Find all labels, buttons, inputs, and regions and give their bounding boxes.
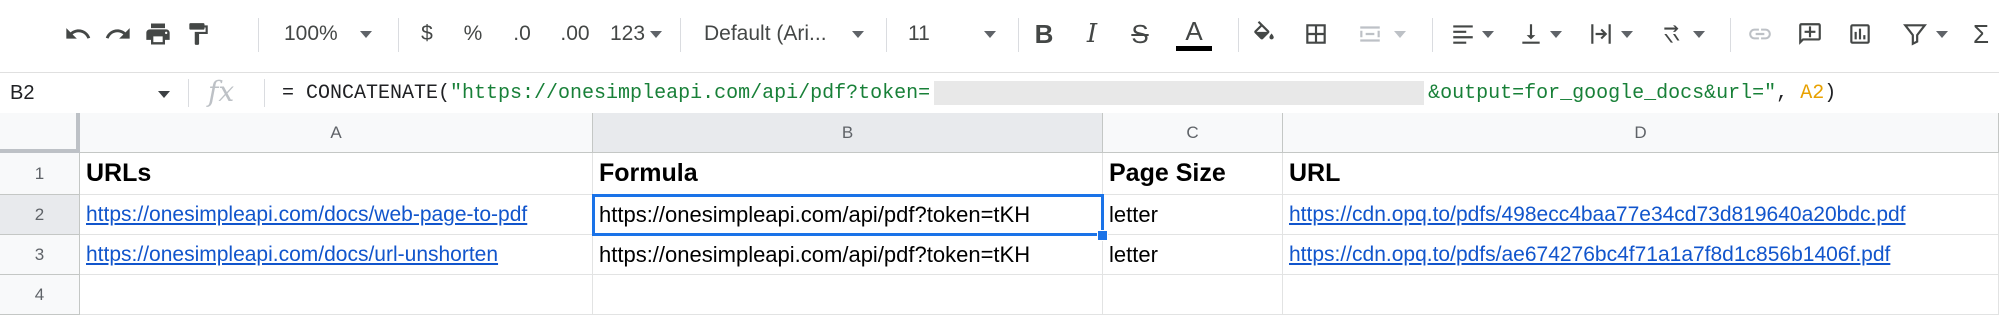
fill-color-icon[interactable] (1244, 14, 1284, 54)
currency-format-button[interactable]: $ (410, 14, 444, 54)
borders-icon[interactable] (1296, 14, 1336, 54)
formula-suffix: ) (1824, 81, 1837, 105)
toolbar-separator (1730, 18, 1731, 52)
select-all-corner[interactable] (0, 113, 80, 153)
cell-b2[interactable]: https://onesimpleapi.com/api/pdf?token=t… (593, 195, 1103, 235)
formula-prefix: = CONCATENATE( (282, 81, 451, 105)
formula-string-1: "https://onesimpleapi.com/api/pdf?token= (450, 81, 931, 105)
strikethrough-icon[interactable]: S (1120, 14, 1160, 54)
formula-ref: A2 (1800, 81, 1825, 105)
text-color-label: A (1185, 15, 1203, 46)
column-header-a[interactable]: A (80, 113, 593, 153)
number-format-label: 123 (610, 22, 646, 45)
font-size-select[interactable]: 11 (904, 14, 1000, 54)
row-header-1[interactable]: 1 (0, 153, 80, 195)
undo-icon[interactable] (58, 14, 98, 54)
column-header-d[interactable]: D (1283, 113, 1999, 153)
cell-a3[interactable]: https://onesimpleapi.com/docs/url-unshor… (80, 235, 593, 275)
paint-format-icon[interactable] (178, 14, 218, 54)
formula-bar: B2 fx = CONCATENATE( "https://onesimplea… (0, 72, 1999, 114)
chevron-down-icon (852, 30, 864, 38)
increase-decimal-button[interactable]: .00 (552, 14, 598, 54)
italic-icon[interactable]: I (1072, 14, 1112, 54)
zoom-select[interactable]: 100% (280, 14, 376, 54)
cell-d4[interactable] (1283, 275, 1999, 315)
chevron-down-icon (984, 30, 996, 38)
row-header-3[interactable]: 3 (0, 235, 80, 275)
text-wrap-icon[interactable] (1576, 14, 1644, 54)
chevron-down-icon (1550, 30, 1562, 38)
name-box-value: B2 (10, 81, 35, 104)
cell-c3[interactable]: letter (1103, 235, 1283, 275)
text-color-swatch (1176, 45, 1212, 51)
chevron-down-icon (1693, 30, 1705, 38)
cell-a4[interactable] (80, 275, 593, 315)
bold-icon[interactable]: B (1024, 14, 1064, 54)
chevron-down-icon (650, 30, 662, 38)
chevron-down-icon (1394, 30, 1406, 38)
increase-decimal-label: .00 (560, 22, 590, 45)
cell-b3[interactable]: https://onesimpleapi.com/api/pdf?token=t… (593, 235, 1103, 275)
sheet-grid: A B C D 1 2 3 4 URLs Formula Page Size U… (0, 113, 1999, 315)
align-left-icon[interactable] (1440, 14, 1504, 54)
functions-icon[interactable]: Σ (1966, 14, 1996, 54)
decrease-decimal-label: .0 (513, 22, 531, 45)
fx-icon: fx (208, 75, 235, 108)
row-header-2[interactable]: 2 (0, 195, 80, 235)
font-family-select[interactable]: Default (Ari... (700, 14, 868, 54)
cell-c2[interactable]: letter (1103, 195, 1283, 235)
print-icon[interactable] (138, 14, 178, 54)
cell-c1[interactable]: Page Size (1103, 153, 1283, 195)
chevron-down-icon (1936, 30, 1948, 38)
toolbar-separator (1238, 18, 1239, 52)
column-header-b[interactable]: B (593, 113, 1103, 153)
formula-string-2: &output=for_google_docs&url=" (1428, 81, 1777, 105)
fill-handle[interactable] (1097, 230, 1108, 241)
font-family-value: Default (Ari... (704, 22, 827, 45)
comment-icon[interactable] (1790, 14, 1830, 54)
font-size-value: 11 (908, 22, 930, 45)
toolbar-separator (398, 18, 399, 52)
chevron-down-icon (1482, 30, 1494, 38)
chevron-down-icon (158, 91, 170, 98)
toolbar-separator (1018, 18, 1019, 52)
name-box[interactable]: B2 (10, 73, 180, 113)
cell-b1[interactable]: Formula (593, 153, 1103, 195)
toolbar: 100% $ % .0 .00 123 Default (Ari... 11 B… (0, 0, 1999, 70)
text-color-icon[interactable]: A (1172, 14, 1216, 54)
number-format-select[interactable]: 123 (606, 14, 666, 54)
link-icon[interactable] (1740, 14, 1780, 54)
column-header-c[interactable]: C (1103, 113, 1283, 153)
valign-bottom-icon[interactable] (1508, 14, 1572, 54)
cell-a2[interactable]: https://onesimpleapi.com/docs/web-page-t… (80, 195, 593, 235)
cell-c4[interactable] (1103, 275, 1283, 315)
merge-cells-icon[interactable] (1346, 14, 1416, 54)
formula-bar-separator (188, 79, 189, 107)
toolbar-separator (1432, 18, 1433, 52)
chevron-down-icon (1621, 30, 1633, 38)
cell-d3[interactable]: https://cdn.opq.to/pdfs/ae674276bc4f71a1… (1283, 235, 1999, 275)
chevron-down-icon (360, 30, 372, 38)
formula-bar-separator (264, 79, 265, 107)
cell-b4[interactable] (593, 275, 1103, 315)
percent-format-button[interactable]: % (456, 14, 490, 54)
formula-comma: , (1776, 81, 1801, 105)
row-header-4[interactable]: 4 (0, 275, 80, 315)
chart-icon[interactable] (1840, 14, 1880, 54)
cell-d1[interactable]: URL (1283, 153, 1999, 195)
formula-input[interactable]: = CONCATENATE( "https://onesimpleapi.com… (282, 73, 1836, 113)
decrease-decimal-button[interactable]: .0 (502, 14, 542, 54)
toolbar-separator (258, 18, 259, 52)
text-rotate-icon[interactable] (1648, 14, 1716, 54)
redo-icon[interactable] (98, 14, 138, 54)
toolbar-separator (680, 18, 681, 52)
zoom-value: 100% (284, 22, 338, 45)
redacted-token (934, 81, 1425, 105)
cell-a1[interactable]: URLs (80, 153, 593, 195)
cell-d2[interactable]: https://cdn.opq.to/pdfs/498ecc4baa77e34c… (1283, 195, 1999, 235)
filter-icon[interactable] (1890, 14, 1960, 54)
toolbar-separator (886, 18, 887, 52)
